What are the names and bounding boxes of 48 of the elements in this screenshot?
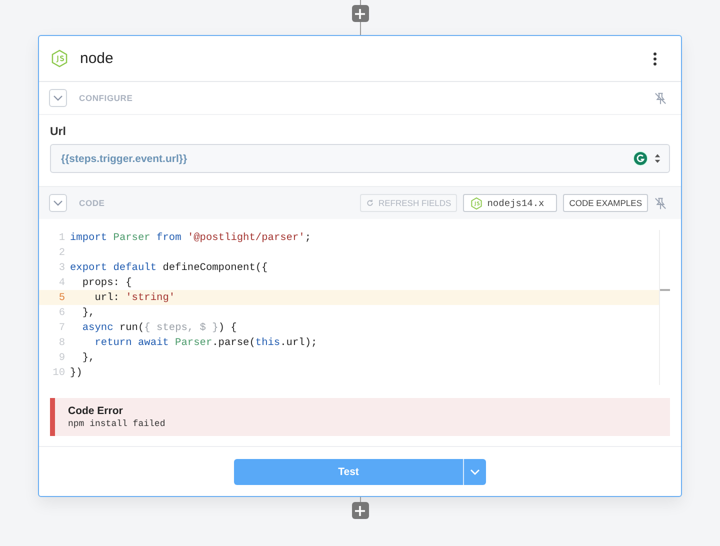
- stepper-icon: [654, 153, 661, 164]
- code-line: export default defineComponent({: [70, 262, 268, 274]
- code-line: }): [70, 366, 82, 378]
- add-step-button[interactable]: [352, 5, 368, 22]
- line-number: 5: [58, 292, 66, 304]
- grammar-badge-icon: [633, 151, 648, 166]
- section-label: CONFIGURE: [79, 93, 133, 103]
- code-line: return await Parser.parse(this.url);: [94, 336, 318, 348]
- line-number: 9: [58, 352, 66, 364]
- refresh-icon: [366, 199, 374, 207]
- collapse-toggle[interactable]: [49, 89, 67, 107]
- plus-icon: [354, 504, 366, 516]
- line-number: 10: [52, 366, 66, 378]
- code-line: import Parser from '@postlight/parser';: [70, 232, 312, 244]
- code-line: url: 'string': [94, 292, 176, 304]
- code-line: },: [81, 306, 95, 318]
- code-line: },: [81, 352, 95, 364]
- unpin-icon[interactable]: [654, 196, 667, 210]
- line-number: 1: [58, 232, 66, 244]
- plus-icon: [354, 8, 366, 20]
- test-button[interactable]: Test: [234, 459, 463, 485]
- field-label: Url: [50, 126, 67, 138]
- hexagon-js-icon: [50, 49, 69, 68]
- line-number: 3: [58, 262, 66, 274]
- collapse-toggle[interactable]: [49, 194, 67, 212]
- code-examples-button[interactable]: CODE EXAMPLES: [563, 194, 648, 212]
- unpin-icon[interactable]: [654, 92, 667, 104]
- code-line: props: {: [81, 276, 132, 288]
- chevron-down-icon: [53, 200, 63, 206]
- line-number: 8: [58, 336, 66, 348]
- scrollbar[interactable]: [659, 230, 670, 385]
- add-step-button[interactable]: [352, 502, 368, 519]
- error-message: npm install failed: [68, 419, 166, 429]
- chevron-down-icon: [53, 95, 63, 101]
- error-title: Code Error: [68, 405, 124, 417]
- section-label: CODE: [79, 198, 105, 208]
- more-vertical-icon: [653, 52, 657, 66]
- step-title: node: [80, 50, 114, 67]
- chevron-down-icon: [470, 469, 480, 475]
- line-number: 7: [58, 322, 66, 334]
- line-number: 4: [58, 276, 66, 288]
- line-number: 6: [58, 306, 66, 318]
- hexagon-js-icon: [470, 196, 484, 210]
- line-number: 2: [58, 246, 66, 258]
- runtime-selector[interactable]: nodejs14.x: [463, 194, 558, 212]
- url-input[interactable]: {{steps.trigger.event.url}}: [50, 144, 670, 173]
- code-line: async run({ steps, $ }) {: [81, 322, 237, 334]
- dropdown-button[interactable]: [463, 459, 486, 485]
